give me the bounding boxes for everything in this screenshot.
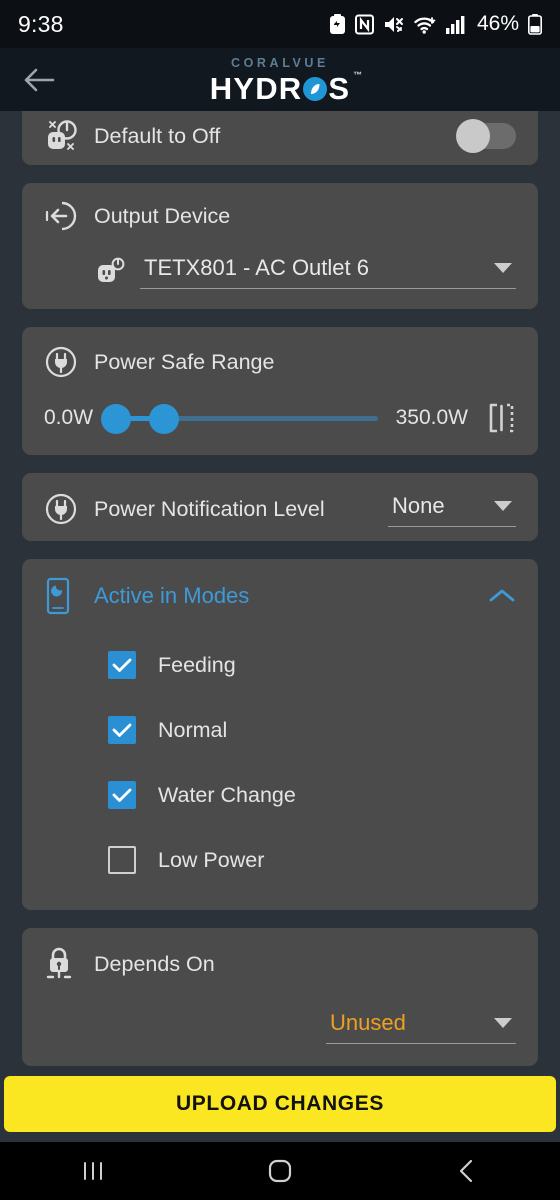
brand-hydros-left: HYDR bbox=[209, 70, 303, 106]
active-in-modes-label: Active in Modes bbox=[94, 583, 250, 608]
recents-icon[interactable] bbox=[48, 1147, 138, 1195]
status-bar: 9:38 46% bbox=[0, 0, 560, 48]
depends-on-select[interactable]: Unused bbox=[326, 1008, 516, 1044]
power-notification-level-value: None bbox=[392, 493, 445, 518]
battery-saver-icon bbox=[329, 13, 346, 35]
output-device-select[interactable]: TETX801 - AC Outlet 6 bbox=[140, 253, 516, 289]
checkbox-checked-icon[interactable] bbox=[108, 651, 136, 679]
output-device-select-row[interactable]: TETX801 - AC Outlet 6 bbox=[44, 253, 516, 289]
brand-coralvue-text: CORALVUE bbox=[230, 56, 329, 71]
checkbox-unchecked-icon[interactable] bbox=[108, 846, 136, 874]
home-icon[interactable] bbox=[235, 1147, 325, 1195]
mode-checkbox-row[interactable]: Water Change bbox=[44, 771, 516, 819]
card-power-notification-level: Power Notification Level None bbox=[22, 473, 538, 541]
power-notification-level-label: Power Notification Level bbox=[94, 496, 325, 521]
card-depends-on: Depends On Unused bbox=[22, 928, 538, 1066]
output-device-value: TETX801 - AC Outlet 6 bbox=[144, 255, 369, 280]
nfc-icon bbox=[354, 14, 374, 35]
power-plug-icon bbox=[44, 345, 84, 379]
leaf-icon bbox=[303, 77, 328, 102]
battery-icon bbox=[528, 13, 542, 35]
active-in-modes-header[interactable]: Active in Modes bbox=[44, 577, 516, 615]
card-power-safe-range: Power Safe Range 0.0W 350.0W bbox=[22, 327, 538, 455]
mode-checkbox-row[interactable]: Low Power bbox=[44, 836, 516, 884]
settings-scroll-area[interactable]: Default to Off Output Device TETX801 - A… bbox=[0, 111, 560, 1068]
wifi-icon bbox=[414, 14, 437, 35]
app-bar: CORALVUE HYDR S ™ bbox=[0, 48, 560, 111]
slider-handle-high[interactable] bbox=[149, 404, 180, 434]
chevron-down-icon[interactable] bbox=[494, 501, 512, 511]
power-safe-range-slider-row: 0.0W 350.0W bbox=[44, 401, 516, 435]
brand-hydros-right: S bbox=[328, 70, 351, 106]
output-device-label: Output Device bbox=[94, 203, 231, 228]
back-icon[interactable] bbox=[422, 1147, 512, 1195]
power-range-min-label: 0.0W bbox=[44, 406, 94, 429]
cellular-signal-icon bbox=[445, 14, 466, 35]
card-active-in-modes: Active in Modes Feeding Normal Water Chang… bbox=[22, 559, 538, 910]
mode-label: Low Power bbox=[158, 847, 265, 872]
checkbox-checked-icon[interactable] bbox=[108, 716, 136, 744]
range-bracket-icon[interactable] bbox=[486, 402, 516, 434]
depends-on-value: Unused bbox=[330, 1010, 406, 1035]
output-arrow-icon bbox=[44, 201, 84, 231]
mute-icon bbox=[383, 14, 405, 35]
mode-phone-icon bbox=[44, 577, 84, 615]
phone-screen: 9:38 46% CORALVUE HYDR S ™ Default to Of… bbox=[0, 0, 560, 1200]
power-notification-level-select[interactable]: None bbox=[388, 491, 516, 527]
default-to-off-label: Default to Off bbox=[94, 123, 221, 148]
depends-on-label: Depends On bbox=[94, 951, 215, 976]
card-default-to-off: Default to Off bbox=[22, 111, 538, 165]
outlet-power-off-icon bbox=[44, 119, 84, 153]
chevron-down-icon[interactable] bbox=[494, 1018, 512, 1028]
upload-footer: UPLOAD CHANGES bbox=[0, 1068, 560, 1142]
mode-checkbox-row[interactable]: Normal bbox=[44, 706, 516, 754]
slider-handle-low[interactable] bbox=[101, 404, 132, 434]
ac-outlet-icon bbox=[96, 253, 126, 289]
mode-label: Feeding bbox=[158, 652, 236, 677]
chevron-down-icon[interactable] bbox=[494, 263, 512, 273]
battery-percent-label: 46% bbox=[476, 12, 519, 35]
power-range-max-label: 350.0W bbox=[395, 406, 468, 429]
default-to-off-toggle[interactable] bbox=[456, 119, 516, 153]
power-plug-icon bbox=[44, 492, 84, 526]
power-range-slider[interactable] bbox=[101, 401, 378, 435]
status-icons: 46% bbox=[329, 12, 542, 36]
toggle-knob bbox=[456, 119, 490, 153]
mode-label: Water Change bbox=[158, 782, 296, 807]
android-nav-bar bbox=[0, 1142, 560, 1200]
status-time: 9:38 bbox=[18, 10, 64, 37]
trademark-symbol: ™ bbox=[353, 69, 364, 80]
checkbox-checked-icon[interactable] bbox=[108, 781, 136, 809]
hydros-logo: CORALVUE HYDR S ™ bbox=[209, 56, 362, 106]
active-modes-list: Feeding Normal Water Change Low Power bbox=[44, 641, 516, 884]
power-safe-range-label: Power Safe Range bbox=[94, 349, 275, 374]
upload-changes-button[interactable]: UPLOAD CHANGES bbox=[4, 1076, 556, 1132]
mode-label: Normal bbox=[158, 717, 228, 742]
lock-icon bbox=[44, 946, 84, 982]
card-output-device: Output Device TETX801 - AC Outlet 6 bbox=[22, 183, 538, 309]
mode-checkbox-row[interactable]: Feeding bbox=[44, 641, 516, 689]
brand-hydros-text: HYDR S ™ bbox=[209, 70, 362, 106]
back-arrow-icon[interactable] bbox=[18, 59, 60, 101]
chevron-up-icon[interactable] bbox=[488, 587, 516, 605]
